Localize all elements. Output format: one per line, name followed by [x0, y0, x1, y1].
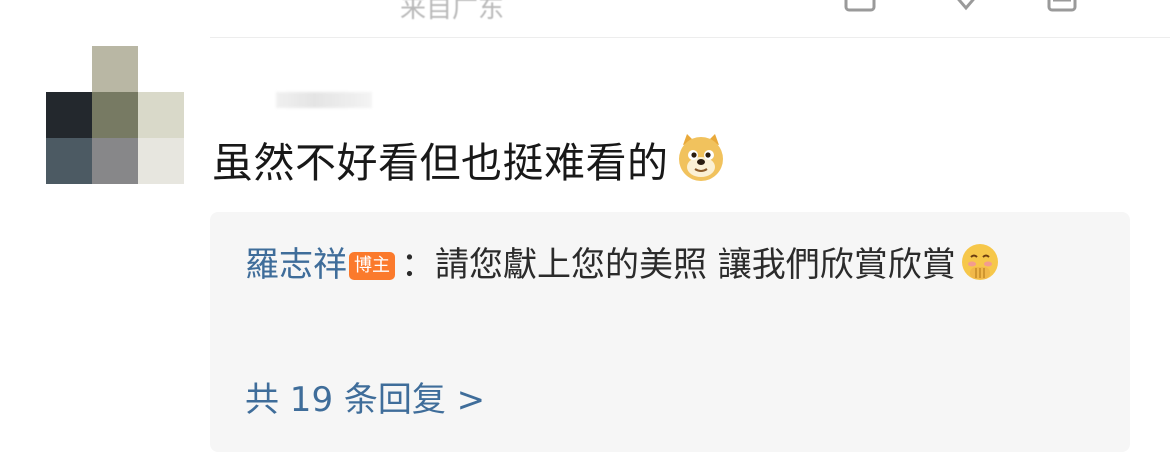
comment-text: 虽然不好看但也挺难看的 — [212, 139, 669, 187]
avatar[interactable] — [46, 46, 184, 184]
comment-icon[interactable] — [948, 0, 988, 20]
top-reply: 羅志祥 博主 ：請您獻上您的美照 讓我們欣賞欣賞 — [245, 234, 1105, 302]
reply-text: 請您獻上您的美照 讓我們欣賞欣賞 — [435, 245, 956, 285]
cut-off-location-text: 来自广东 — [400, 0, 505, 24]
share-icon[interactable] — [842, 0, 882, 20]
username-blurred[interactable] — [276, 92, 372, 108]
view-more-replies-link[interactable]: 共 19 条回复 > — [245, 372, 485, 428]
doge-emoji-icon — [675, 131, 727, 196]
like-icon[interactable] — [1045, 0, 1085, 20]
reply-separator: ： — [401, 245, 435, 285]
divider — [210, 37, 1170, 38]
comment-text-row: 虽然不好看但也挺难看的 — [212, 133, 727, 190]
reply-author[interactable]: 羅志祥 — [245, 245, 347, 285]
shy-face-emoji-icon — [960, 240, 1000, 302]
blogger-badge: 博主 — [349, 252, 395, 280]
previous-item-strip: 来自广东 — [0, 0, 1170, 38]
